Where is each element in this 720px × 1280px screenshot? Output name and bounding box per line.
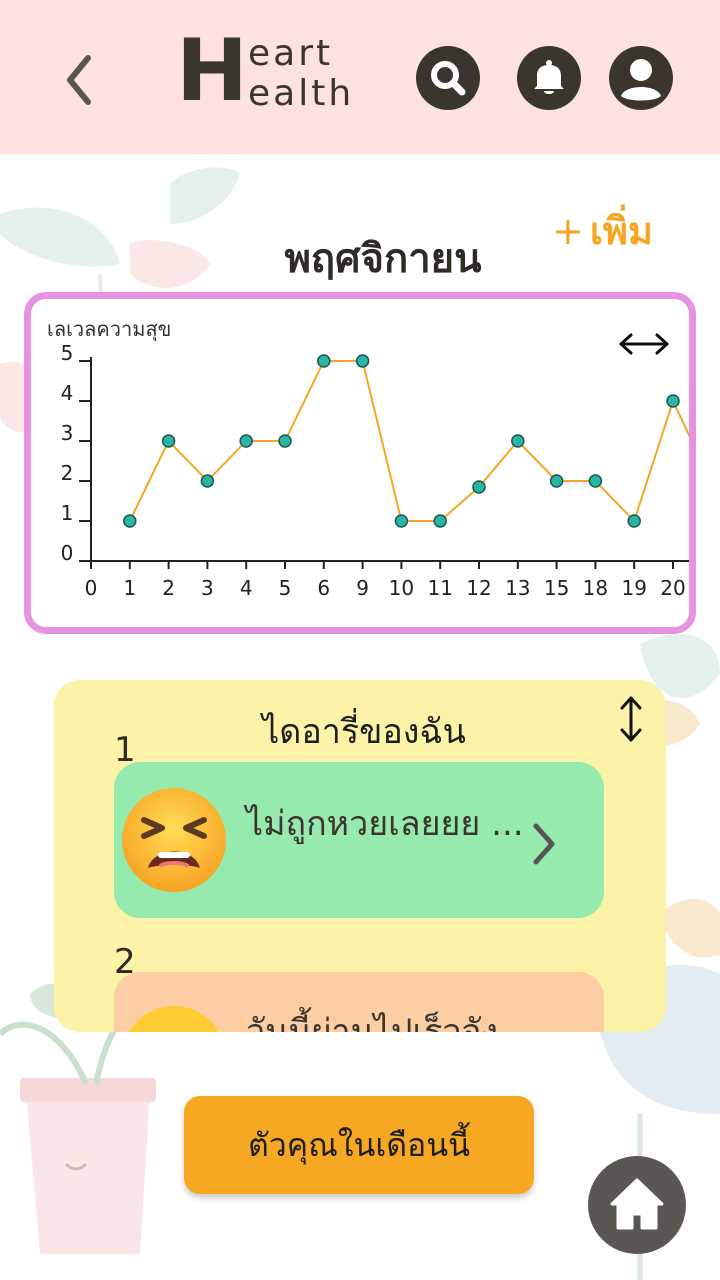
x-tick-label: 0 — [85, 576, 98, 600]
diary-entry[interactable]: ไม่ถูกหวยเลยยย ... — [114, 762, 604, 918]
entry-text: วันนี้ผ่านไปเร็วจัง — [246, 1012, 499, 1032]
data-point — [433, 514, 447, 528]
y-tick-label: 1 — [61, 501, 74, 525]
data-point — [627, 514, 641, 528]
x-tick-label: 5 — [279, 576, 292, 600]
diary-card: ไดอารี่ของฉัน 1 ไม่ถูกหวยเลยยย ... 2 วัน… — [54, 680, 666, 1032]
x-tick-label: 1 — [123, 576, 136, 600]
chevron-right-icon — [530, 820, 558, 868]
series-line — [128, 360, 689, 523]
heart-health-logo: H eart ealth — [176, 28, 366, 118]
x-tick-label: 20 — [660, 576, 685, 600]
data-point — [161, 434, 176, 448]
home-icon[interactable] — [588, 1156, 686, 1254]
x-tick-label: 19 — [621, 576, 646, 600]
diary-entry[interactable]: วันนี้ผ่านไปเร็วจัง — [114, 972, 604, 1032]
data-point — [511, 434, 525, 448]
y-tick-label: 4 — [61, 381, 74, 405]
data-point — [317, 354, 331, 368]
data-point — [394, 514, 409, 528]
grinning-face-emoji — [118, 1002, 230, 1032]
app-header: H eart ealth — [0, 0, 720, 154]
x-tick-label: 10 — [389, 576, 414, 600]
x-tick-label: 13 — [505, 576, 530, 600]
data-point — [355, 354, 370, 368]
logo-word-heart: eart — [248, 33, 334, 74]
x-tick-label: 9 — [356, 576, 369, 600]
data-point — [123, 514, 137, 528]
data-point — [549, 474, 564, 488]
y-tick-label: 0 — [61, 541, 74, 565]
x-tick-label: 4 — [240, 576, 253, 600]
search-icon[interactable] — [416, 46, 480, 110]
x-tick-label: 6 — [317, 576, 330, 600]
data-point — [200, 474, 215, 488]
y-tick-label: 2 — [61, 461, 74, 485]
happiness-chart-card: เลเวลความสุข 0 1 2 3 4 5 0 1 2 3 4 5 6 9 10 11 12 13 15 18 1… — [24, 292, 696, 634]
expand-vertical-icon[interactable] — [616, 694, 646, 744]
data-point — [588, 474, 603, 488]
data-point — [472, 480, 486, 494]
month-title: พฤศจิกายน — [284, 236, 482, 282]
x-tick-label: 11 — [427, 576, 452, 600]
diary-title: ไดอารี่ของฉัน — [262, 712, 466, 752]
happiness-line-chart: 0123450 1 2 3 4 5 6 9 10 11 12 13 15 18 19 20 — [61, 341, 689, 600]
y-tick-label: 3 — [61, 421, 74, 445]
y-tick-label: 5 — [61, 341, 74, 365]
x-tick-label: 12 — [466, 576, 491, 600]
back-icon[interactable] — [58, 52, 102, 108]
logo-letter: H — [176, 21, 248, 121]
data-point — [239, 434, 253, 448]
data-point — [278, 434, 292, 448]
this-month-summary-button[interactable]: ตัวคุณในเดือนนี้ — [184, 1096, 534, 1194]
user-icon[interactable] — [609, 46, 673, 110]
bell-icon[interactable] — [517, 46, 581, 110]
entry-text: ไม่ถูกหวยเลยยย ... — [246, 804, 524, 844]
x-tick-label: 18 — [583, 576, 608, 600]
data-point — [666, 394, 680, 408]
x-tick-label: 15 — [544, 576, 569, 600]
tired-face-emoji — [118, 784, 230, 896]
x-tick-label: 3 — [201, 576, 214, 600]
x-tick-label: 2 — [162, 576, 175, 600]
logo-word-health: ealth — [248, 73, 355, 114]
